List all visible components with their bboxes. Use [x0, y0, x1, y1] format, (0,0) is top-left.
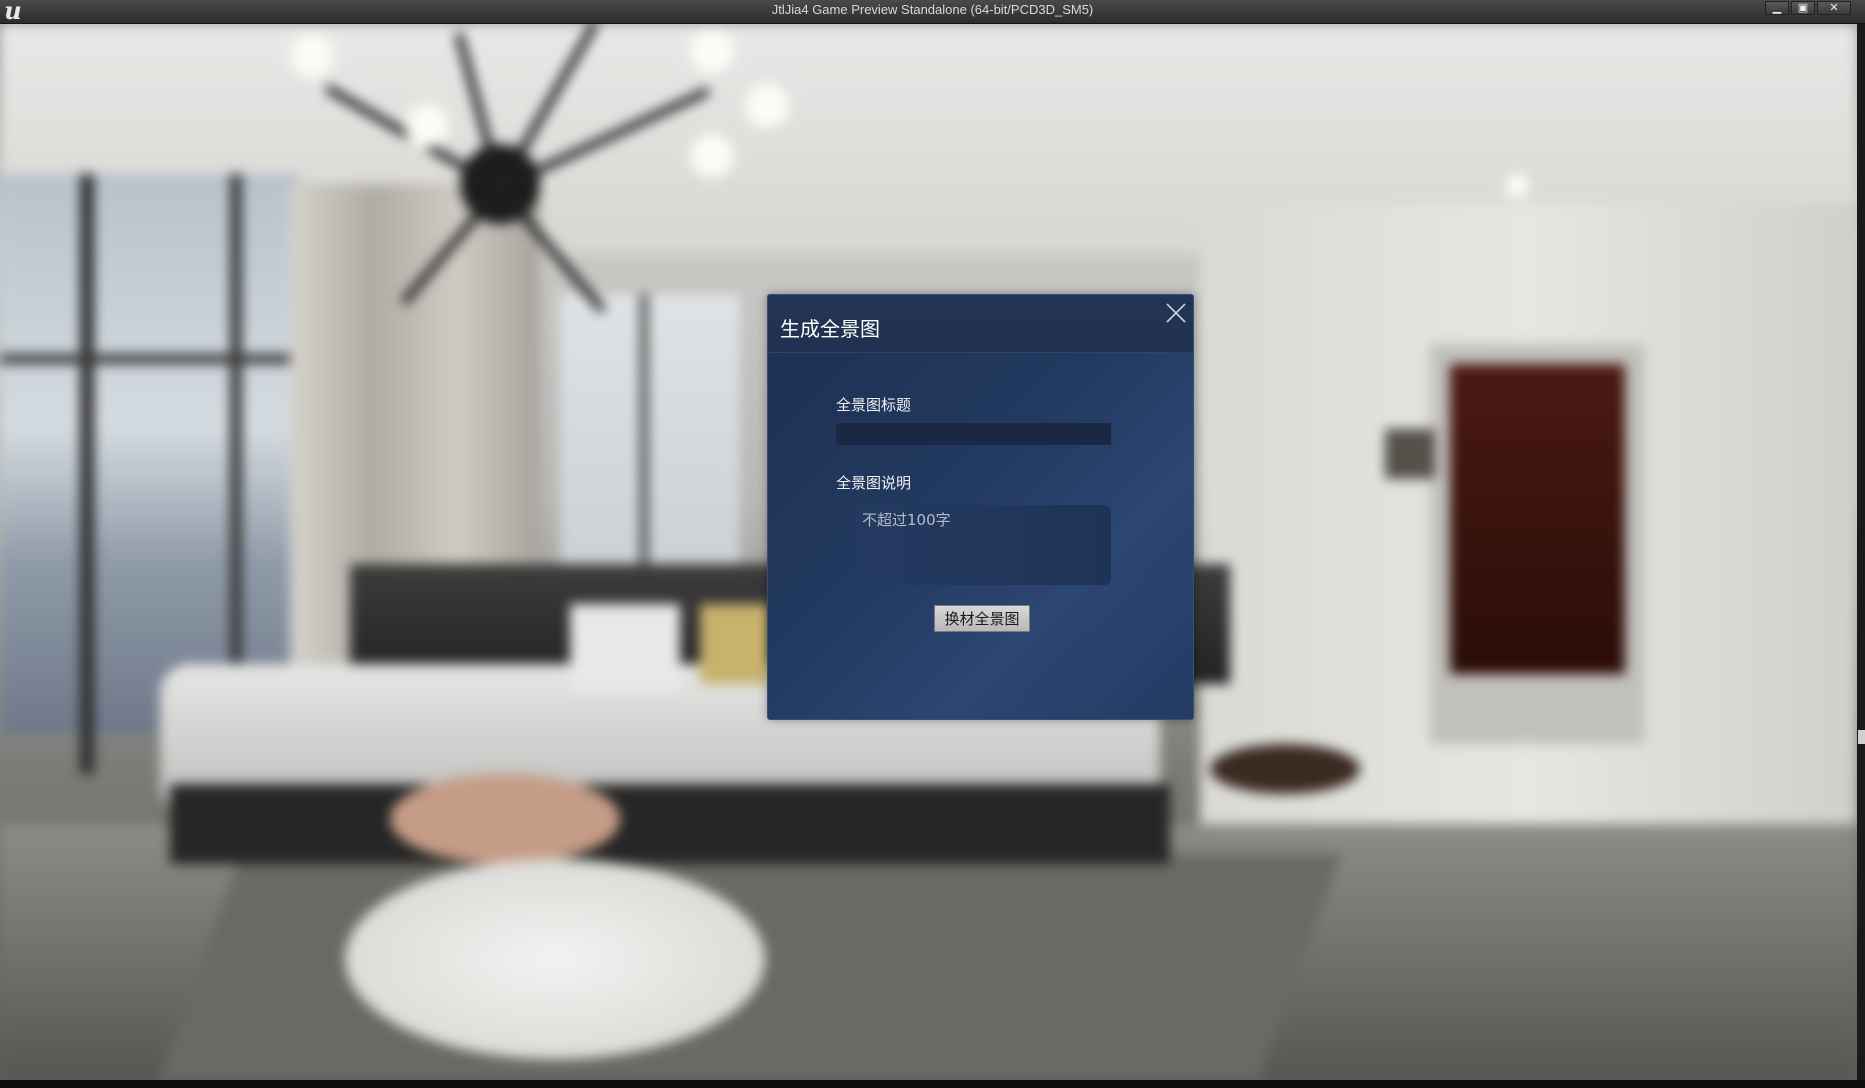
dialog-header[interactable]: 生成全景图	[768, 295, 1193, 353]
close-icon[interactable]	[1164, 301, 1188, 325]
panorama-description-label: 全景图说明	[836, 474, 912, 492]
pillow	[570, 604, 680, 694]
window-right-border	[1857, 24, 1865, 1080]
ceiling-light	[1505, 174, 1529, 198]
edge-handle[interactable]	[1858, 730, 1865, 744]
door	[1450, 364, 1625, 674]
wall-picture	[1385, 429, 1435, 479]
light-bulb	[405, 104, 449, 148]
light-bulb	[690, 29, 734, 73]
light-bulb	[290, 34, 334, 78]
maximize-button[interactable]: ▣	[1791, 1, 1815, 15]
window-title: JtlJia4 Game Preview Standalone (64-bit/…	[771, 2, 1094, 17]
panorama-title-label: 全景图标题	[836, 396, 912, 414]
sofa-base	[170, 784, 1170, 864]
wood-coffee-table	[390, 774, 620, 864]
window-frame	[0, 354, 300, 364]
generate-panorama-dialog: 生成全景图 全景图标题 全景图说明 换材全景图	[767, 294, 1194, 720]
light-bulb	[690, 134, 734, 178]
dialog-title: 生成全景图	[780, 317, 880, 341]
window-titlebar[interactable]: u JtlJia4 Game Preview Standalone (64-bi…	[0, 0, 1865, 24]
window-frame	[80, 174, 94, 774]
minimize-button[interactable]: ▁	[1765, 1, 1789, 15]
window-frame	[230, 174, 242, 734]
panorama-description-input[interactable]	[856, 505, 1111, 585]
side-table	[1210, 744, 1360, 794]
left-window	[0, 174, 300, 734]
window-close-button[interactable]: ✕	[1817, 1, 1851, 15]
change-panorama-button[interactable]: 换材全景图	[934, 605, 1030, 632]
light-bulb	[745, 84, 789, 128]
marble-coffee-table	[345, 859, 765, 1059]
panorama-title-input[interactable]	[836, 423, 1111, 445]
game-preview-window: u JtlJia4 Game Preview Standalone (64-bi…	[0, 0, 1865, 1088]
pillow	[700, 604, 770, 684]
